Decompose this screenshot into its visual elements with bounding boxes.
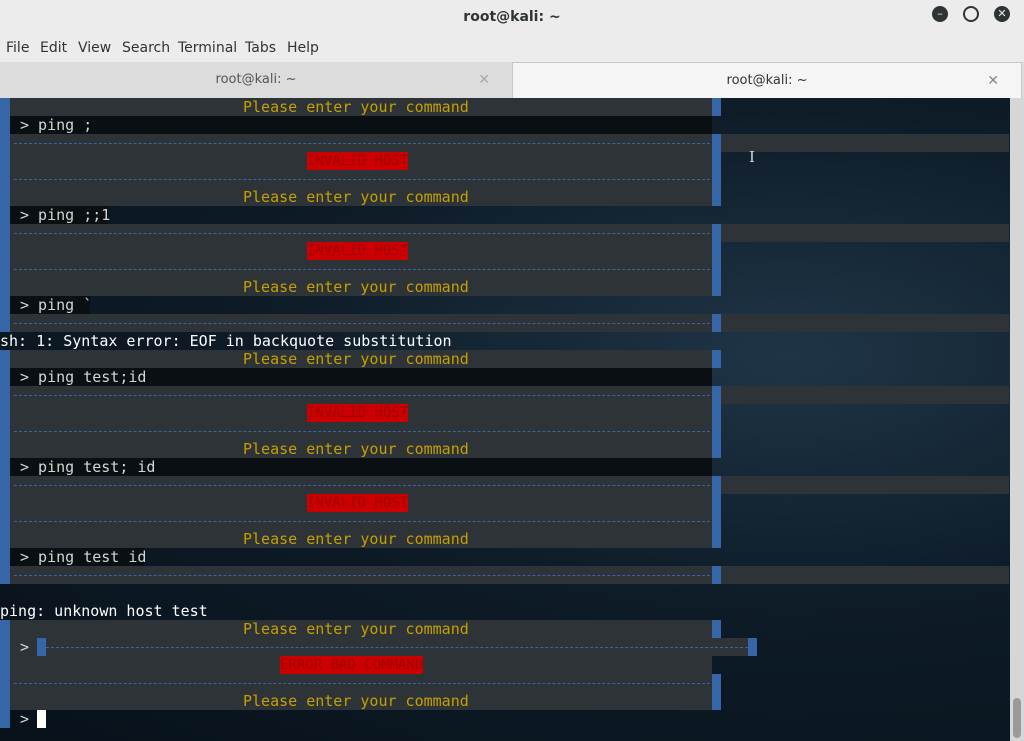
menu-view[interactable]: View	[78, 40, 111, 56]
command-line: > ping test;id	[20, 368, 147, 386]
title-bar: root@kali: ~ – ✕	[0, 0, 1024, 36]
close-tab-icon[interactable]: ✕	[478, 62, 490, 98]
command-line: > ping test id	[20, 548, 147, 566]
scrollbar-thumb[interactable]	[1013, 698, 1021, 738]
prompt-marker: >	[20, 710, 30, 728]
minimize-icon[interactable]: –	[932, 6, 948, 22]
command-line: > ping ;	[20, 116, 93, 134]
tab-label: root@kali: ~	[215, 72, 297, 87]
maximize-icon[interactable]	[963, 6, 979, 22]
invalid-host-badge: INVALID HOST	[307, 494, 409, 512]
close-tab-icon[interactable]: ✕	[987, 63, 999, 99]
error-bad-command-badge: ERROR BAD COMMAND	[280, 656, 424, 674]
close-icon[interactable]: ✕	[994, 6, 1010, 22]
invalid-host-badge: INVALID HOST	[307, 152, 409, 170]
sh-error-message: sh: 1: Syntax error: EOF in backquote su…	[0, 332, 452, 350]
prompt-message: Please enter your command	[243, 188, 469, 206]
text-cursor-icon: I	[749, 148, 755, 166]
menu-help[interactable]: Help	[287, 40, 319, 56]
menu-search[interactable]: Search	[122, 40, 170, 56]
command-line: > ping ;;1	[20, 206, 111, 224]
tab-terminal-2[interactable]: root@kali: ~ ✕	[512, 62, 1022, 98]
prompt-message: Please enter your command	[243, 530, 469, 548]
prompt-message: Please enter your command	[243, 692, 469, 710]
terminal-view[interactable]: Please enter your command > ping ; INVAL…	[0, 98, 1010, 741]
prompt-message: Please enter your command	[243, 620, 469, 638]
terminal-cursor	[37, 710, 46, 728]
menu-file[interactable]: File	[6, 40, 29, 56]
menu-tabs[interactable]: Tabs	[245, 40, 276, 56]
prompt-message: Please enter your command	[243, 98, 469, 116]
prompt-message: Please enter your command	[243, 440, 469, 458]
command-line: > ping test; id	[20, 458, 156, 476]
ping-error-message: ping: unknown host test	[0, 602, 208, 620]
window-title: root@kali: ~	[463, 9, 561, 25]
terminal-scrollbar[interactable]	[1010, 98, 1024, 741]
invalid-host-badge: INVALID HOST	[307, 242, 409, 260]
prompt-message: Please enter your command	[243, 278, 469, 296]
invalid-host-badge: INVALID HOST	[307, 404, 409, 422]
menu-bar: File Edit View Search Terminal Tabs Help	[0, 36, 1024, 62]
prompt-message: Please enter your command	[243, 350, 469, 368]
tab-terminal-1[interactable]: root@kali: ~ ✕	[0, 62, 512, 98]
tab-label: root@kali: ~	[726, 73, 808, 88]
menu-terminal[interactable]: Terminal	[178, 40, 237, 56]
prompt-marker: >	[20, 638, 30, 656]
menu-edit[interactable]: Edit	[40, 40, 67, 56]
command-line: > ping `	[20, 296, 93, 314]
tab-bar: root@kali: ~ ✕ root@kali: ~ ✕	[0, 62, 1024, 99]
